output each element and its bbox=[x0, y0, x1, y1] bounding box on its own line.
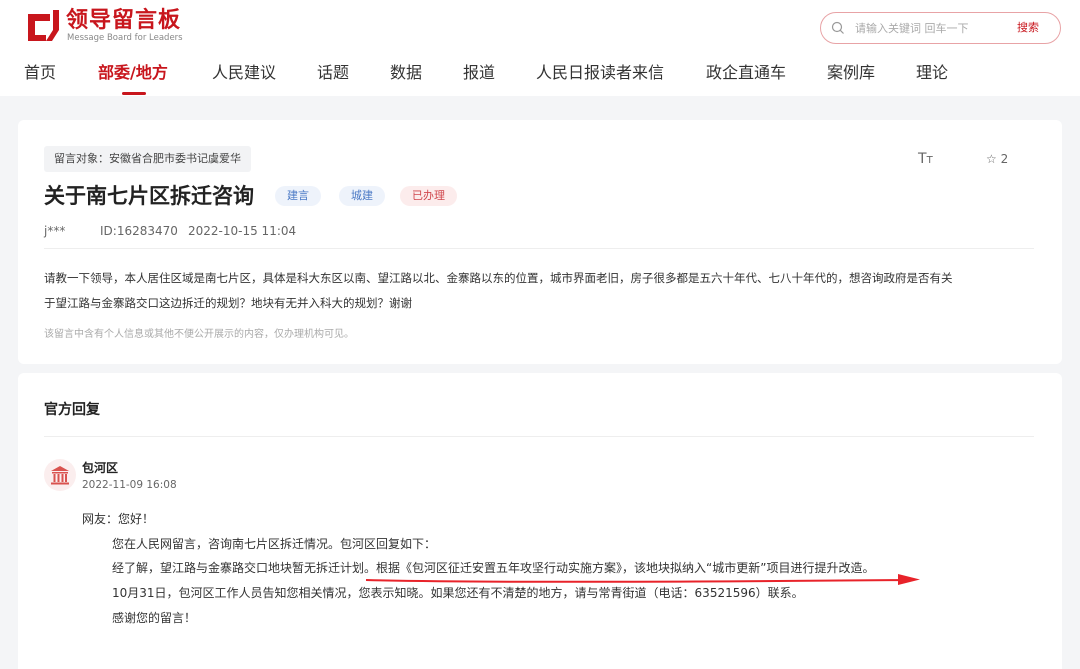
avatar bbox=[44, 459, 76, 491]
tag-status-handled: 已办理 bbox=[400, 186, 457, 206]
logo-mark-icon bbox=[28, 10, 59, 41]
message-card: 留言对象：安徽省合肥市委书记虞爱华 TT ☆ 2 关于南七片区拆迁咨询 建言 城… bbox=[18, 120, 1062, 364]
tag-suggestion: 建言 bbox=[275, 186, 321, 206]
message-body-line: 于望江路与金寨路交口这边拆迁的规划？地块有无并入科大的规划？谢谢 bbox=[44, 296, 412, 310]
font-size-icon[interactable]: TT bbox=[918, 151, 933, 167]
nav-item-home[interactable]: 首页 bbox=[24, 62, 56, 84]
red-underline-arrow-annotation bbox=[365, 574, 920, 585]
privacy-note: 该留言中含有个人信息或其他不便公开展示的内容，仅办理机构可见。 bbox=[44, 329, 354, 340]
search-icon bbox=[831, 21, 844, 34]
message-author: j*** bbox=[44, 224, 66, 238]
divider bbox=[44, 436, 1034, 437]
reply-heading: 官方回复 bbox=[44, 402, 100, 418]
nav-item-data[interactable]: 数据 bbox=[390, 62, 422, 84]
reply-datetime: 2022-11-09 16:08 bbox=[82, 479, 177, 491]
nav-item-reader-letters[interactable]: 人民日报读者来信 bbox=[536, 62, 664, 84]
nav-item-topics[interactable]: 话题 bbox=[317, 62, 349, 84]
site-logo[interactable]: 领导留言板 Message Board for Leaders bbox=[26, 8, 206, 43]
logo-subtitle: Message Board for Leaders bbox=[67, 33, 183, 43]
message-body-line: 请教一下领导，本人居住区域是南七片区，具体是科大东区以南、望江路以北、金寨路以东… bbox=[44, 271, 953, 285]
government-building-icon bbox=[51, 466, 69, 485]
message-title: 关于南七片区拆迁咨询 bbox=[44, 184, 254, 208]
reply-line: 感谢您的留言！ bbox=[112, 611, 197, 625]
search-box: 搜索 bbox=[820, 12, 1061, 44]
nav-active-indicator bbox=[122, 92, 146, 95]
nav-item-enterprise[interactable]: 政企直通车 bbox=[706, 62, 786, 84]
tag-urban-construction: 城建 bbox=[339, 186, 385, 206]
site-header: 领导留言板 Message Board for Leaders 搜索 首页 部委… bbox=[0, 0, 1080, 96]
reply-greeting: 网友：您好！ bbox=[82, 512, 155, 526]
nav-item-theory[interactable]: 理论 bbox=[916, 62, 948, 84]
message-id: ID:16283470 bbox=[100, 224, 178, 238]
official-reply-card: 官方回复 包河区 2022-11-09 16:08 网友：您好！ 您在人民网留言… bbox=[18, 373, 1062, 669]
message-target: 留言对象：安徽省合肥市委书记虞爱华 bbox=[44, 146, 251, 172]
star-icon: ☆ bbox=[986, 152, 997, 166]
main-nav: 首页 部委/地方 人民建议 话题 数据 报道 人民日报读者来信 政企直通车 案例… bbox=[0, 60, 1080, 96]
message-body: 请教一下领导，本人居住区域是南七片区，具体是科大东区以南、望江路以北、金寨路以东… bbox=[44, 266, 1039, 316]
nav-item-people-suggestions[interactable]: 人民建议 bbox=[212, 62, 276, 84]
nav-item-case-library[interactable]: 案例库 bbox=[827, 62, 875, 84]
message-datetime: 2022-10-15 11:04 bbox=[188, 224, 297, 238]
nav-item-ministries-local[interactable]: 部委/地方 bbox=[98, 62, 168, 84]
nav-item-reports[interactable]: 报道 bbox=[463, 62, 495, 84]
favorite-button[interactable]: ☆ 2 bbox=[986, 152, 1008, 166]
star-count: 2 bbox=[1000, 152, 1009, 166]
reply-org-name: 包河区 bbox=[82, 461, 119, 475]
logo-title: 领导留言板 bbox=[66, 8, 182, 33]
reply-line: 您在人民网留言，咨询南七片区拆迁情况。包河区回复如下： bbox=[112, 537, 437, 551]
search-button[interactable]: 搜索 bbox=[1017, 19, 1039, 35]
search-input[interactable] bbox=[855, 19, 1005, 37]
divider bbox=[44, 248, 1034, 249]
